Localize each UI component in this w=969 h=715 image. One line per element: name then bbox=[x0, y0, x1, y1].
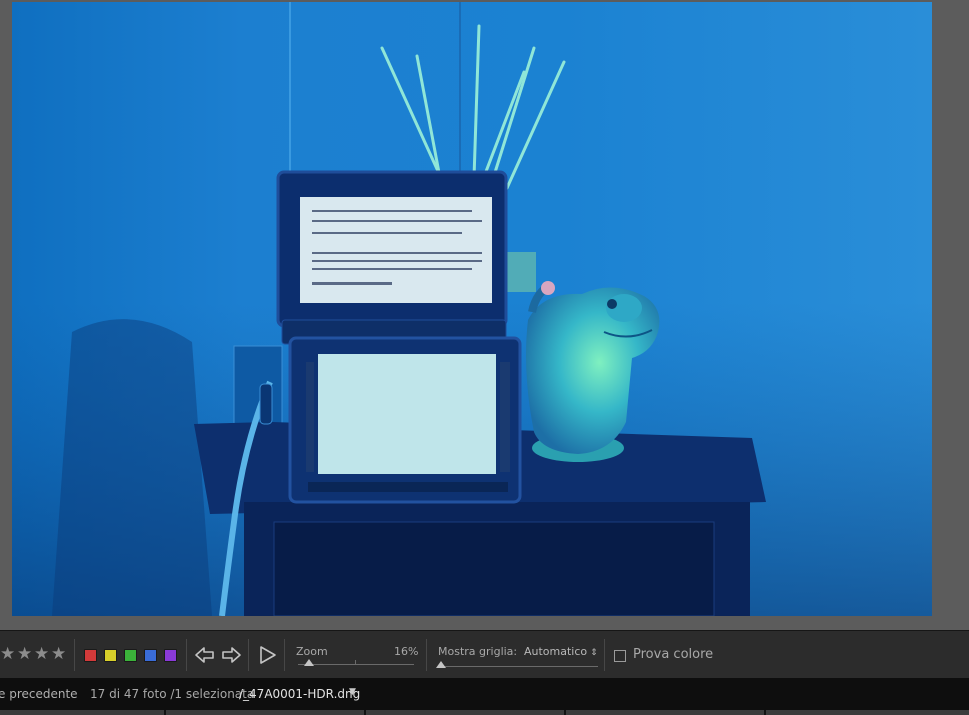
arrow-left-icon bbox=[195, 647, 214, 663]
photo-preview[interactable] bbox=[12, 2, 932, 616]
rating-star-4[interactable]: ★ bbox=[51, 644, 66, 664]
grid-opacity-slider-thumb[interactable] bbox=[436, 661, 446, 668]
photo-count: 17 di 47 foto /1 selezionata bbox=[90, 687, 254, 701]
color-label-blue[interactable] bbox=[144, 649, 157, 662]
toolbar: ★ ★ ★ ★ Zoom 16% Mostra griglia: Automat… bbox=[0, 630, 969, 679]
zoom-slider-track[interactable] bbox=[298, 664, 414, 665]
color-label-purple[interactable] bbox=[164, 649, 177, 662]
color-label-red[interactable] bbox=[84, 649, 97, 662]
soft-proofing-label[interactable]: Prova colore bbox=[633, 647, 713, 662]
previous-source-label[interactable]: e precedente bbox=[0, 687, 78, 701]
filmstrip-edge bbox=[0, 710, 969, 715]
zoom-label: Zoom bbox=[296, 645, 328, 658]
rating-star-3[interactable]: ★ bbox=[34, 644, 49, 664]
rating-star-2[interactable]: ★ bbox=[17, 644, 32, 664]
filmstrip-status-bar: e precedente 17 di 47 foto /1 selezionat… bbox=[0, 678, 969, 715]
grid-overlay-value: Automatico bbox=[524, 645, 588, 658]
updown-arrows-icon: ⇕ bbox=[590, 648, 598, 658]
slideshow-play-button[interactable] bbox=[255, 643, 279, 667]
photo-count-total: 17 di 47 foto bbox=[90, 687, 167, 701]
toolbar-divider bbox=[604, 639, 605, 671]
toolbar-divider bbox=[426, 639, 427, 671]
filmstrip-divider bbox=[564, 710, 566, 715]
grid-overlay-label: Mostra griglia: bbox=[438, 645, 518, 658]
filmstrip-divider bbox=[364, 710, 366, 715]
soft-proofing-checkbox[interactable] bbox=[614, 650, 626, 662]
play-icon bbox=[260, 646, 276, 664]
zoom-value: 16% bbox=[394, 645, 419, 658]
rating-star-1[interactable]: ★ bbox=[0, 644, 15, 664]
toolbar-divider bbox=[186, 639, 187, 671]
toolbar-divider bbox=[74, 639, 75, 671]
grid-overlay-select[interactable]: Automatico ⇕ bbox=[524, 645, 598, 658]
previous-photo-button[interactable] bbox=[193, 643, 217, 667]
next-photo-button[interactable] bbox=[219, 643, 243, 667]
zoom-slider-thumb[interactable] bbox=[304, 659, 314, 666]
toolbar-divider bbox=[248, 639, 249, 671]
photo-image bbox=[12, 2, 932, 616]
filmstrip-divider bbox=[764, 710, 766, 715]
grid-opacity-slider-track[interactable] bbox=[438, 666, 598, 667]
toolbar-divider bbox=[284, 639, 285, 671]
zoom-slider-tick bbox=[355, 660, 356, 664]
color-label-yellow[interactable] bbox=[104, 649, 117, 662]
current-filename[interactable]: /_47A0001-HDR.dng bbox=[239, 687, 360, 701]
filmstrip-divider bbox=[164, 710, 166, 715]
arrow-right-icon bbox=[222, 647, 241, 663]
chevron-down-icon[interactable]: ▼ bbox=[349, 687, 356, 697]
loupe-canvas bbox=[0, 0, 969, 630]
color-label-green[interactable] bbox=[124, 649, 137, 662]
